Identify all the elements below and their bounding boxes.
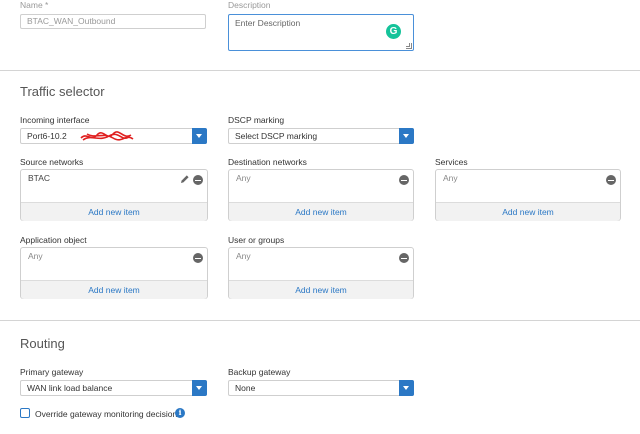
add-new-item-button[interactable]: Add new item (21, 280, 207, 299)
primary-gateway-select[interactable]: WAN link load balance (20, 380, 207, 396)
chevron-down-icon[interactable] (192, 128, 207, 144)
primary-gateway-value: WAN link load balance (27, 383, 113, 393)
user-or-groups-label: User or groups (228, 235, 285, 245)
info-icon[interactable]: i (175, 408, 185, 418)
backup-gateway-select[interactable]: None (228, 380, 414, 396)
description-label: Description (228, 0, 271, 10)
list-item[interactable]: Any (236, 173, 251, 183)
add-new-item-button[interactable]: Add new item (229, 202, 413, 221)
services-list: Any Add new item (435, 169, 621, 221)
dscp-marking-value: Select DSCP marking (235, 131, 318, 141)
incoming-interface-select[interactable]: Port6-10.2 (20, 128, 207, 144)
destination-networks-label: Destination networks (228, 157, 307, 167)
primary-gateway-label: Primary gateway (20, 367, 84, 377)
user-or-groups-list: Any Add new item (228, 247, 414, 299)
section-divider (0, 70, 640, 71)
section-divider (0, 320, 640, 321)
traffic-selector-title: Traffic selector (20, 84, 105, 99)
override-gateway-label: Override gateway monitoring decision (35, 409, 178, 419)
pencil-icon[interactable] (180, 174, 190, 184)
name-label: Name * (20, 0, 49, 10)
list-item[interactable]: Any (236, 251, 251, 261)
remove-icon[interactable] (606, 175, 616, 185)
list-item[interactable]: Any (28, 251, 43, 261)
description-textarea[interactable]: Enter Description G (228, 14, 414, 51)
destination-networks-list: Any Add new item (228, 169, 414, 221)
remove-icon[interactable] (193, 175, 203, 185)
resize-grip-icon[interactable] (406, 43, 412, 49)
override-gateway-checkbox[interactable] (20, 408, 30, 418)
routing-title: Routing (20, 336, 65, 351)
incoming-interface-value: Port6-10.2 (27, 131, 67, 141)
backup-gateway-label: Backup gateway (228, 367, 291, 377)
chevron-down-icon[interactable] (192, 380, 207, 396)
redaction-scribble (80, 131, 134, 141)
list-item[interactable]: BTAC (28, 173, 50, 183)
dscp-marking-label: DSCP marking (228, 115, 285, 125)
add-new-item-button[interactable]: Add new item (229, 280, 413, 299)
source-networks-label: Source networks (20, 157, 84, 167)
incoming-interface-label: Incoming interface (20, 115, 90, 125)
remove-icon[interactable] (399, 253, 409, 263)
name-input[interactable]: BTAC_WAN_Outbound (20, 14, 206, 29)
backup-gateway-value: None (235, 383, 256, 393)
application-object-list: Any Add new item (20, 247, 208, 299)
application-object-label: Application object (20, 235, 87, 245)
services-label: Services (435, 157, 468, 167)
grammarly-icon[interactable]: G (386, 24, 401, 39)
chevron-down-icon[interactable] (399, 380, 414, 396)
dscp-marking-select[interactable]: Select DSCP marking (228, 128, 414, 144)
source-networks-list: BTAC Add new item (20, 169, 208, 221)
add-new-item-button[interactable]: Add new item (21, 202, 207, 221)
list-item[interactable]: Any (443, 173, 458, 183)
chevron-down-icon[interactable] (399, 128, 414, 144)
description-placeholder: Enter Description (235, 18, 301, 28)
remove-icon[interactable] (399, 175, 409, 185)
add-new-item-button[interactable]: Add new item (436, 202, 620, 221)
remove-icon[interactable] (193, 253, 203, 263)
